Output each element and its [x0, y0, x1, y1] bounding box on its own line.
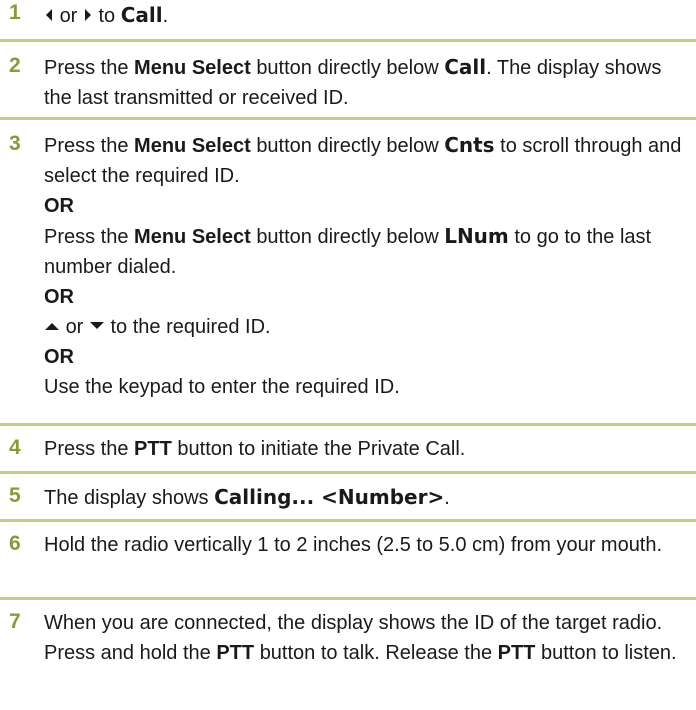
display-text: Call	[444, 55, 487, 79]
step-text: button directly below	[256, 57, 439, 79]
display-text: Calling... <Number>	[214, 485, 445, 509]
button-name: Menu Select	[134, 135, 251, 157]
button-name: PTT	[216, 642, 255, 664]
step-number: 1	[9, 1, 21, 24]
step-number: 7	[9, 610, 21, 633]
display-text: LNum	[444, 224, 509, 248]
down-arrow-icon	[89, 322, 104, 329]
button-name: Menu Select	[134, 57, 251, 79]
up-arrow-icon	[45, 323, 59, 330]
step-body: When you are connected, the display show…	[44, 608, 688, 668]
step-number: 3	[9, 132, 21, 155]
step-3: 3 Press the Menu Select button directly …	[0, 120, 696, 426]
step-text: Use the keypad to enter the required ID.	[44, 376, 400, 398]
display-text: Cnts	[444, 133, 495, 157]
step-5: 5 The display shows Calling... <Number>.	[0, 474, 696, 522]
step-text: Press the	[44, 226, 129, 248]
triangle-left-icon	[46, 9, 52, 21]
triangle-right-icon	[84, 9, 91, 21]
step-body: Press the Menu Select button directly be…	[44, 52, 688, 113]
display-text: Call	[120, 3, 163, 27]
or-label: OR	[44, 346, 74, 368]
step-text: The display shows	[44, 487, 209, 509]
step-number: 4	[9, 436, 21, 459]
step-number: 2	[9, 54, 21, 77]
procedure-steps: 1 or to Call. 2 Press the Menu Select bu…	[0, 0, 696, 710]
or-label: OR	[44, 286, 74, 308]
step-body: Press the PTT button to initiate the Pri…	[44, 434, 688, 464]
step-4: 4 Press the PTT button to initiate the P…	[0, 426, 696, 474]
step-text: button directly below	[256, 135, 439, 157]
step-text: button directly below	[256, 226, 439, 248]
step-text: Press the	[44, 135, 129, 157]
step-text: Press the	[44, 57, 129, 79]
or-text: or	[59, 5, 78, 27]
to-text: to	[98, 5, 116, 27]
step-text: button to initiate the Private Call.	[177, 438, 466, 460]
step-2: 2 Press the Menu Select button directly …	[0, 42, 696, 120]
step-number: 6	[9, 532, 21, 555]
step-text: Press the	[44, 438, 129, 460]
step-text: button to talk. Release the	[259, 642, 493, 664]
button-name: PTT	[497, 642, 536, 664]
step-body: Hold the radio vertically 1 to 2 inches …	[44, 530, 688, 560]
step-text: .	[444, 487, 450, 509]
step-number: 5	[9, 484, 21, 507]
step-text: to the required ID.	[110, 316, 271, 338]
step-7: 7 When you are connected, the display sh…	[0, 600, 696, 710]
step-text: button to listen.	[540, 642, 677, 664]
button-name: PTT	[134, 438, 172, 460]
step-1: 1 or to Call.	[0, 0, 696, 42]
step-text: Hold the radio vertically 1 to 2 inches …	[44, 534, 663, 556]
step-body: or to Call.	[44, 0, 688, 31]
step-body: Press the Menu Select button directly be…	[44, 130, 688, 402]
or-label: OR	[44, 195, 74, 217]
step-body: The display shows Calling... <Number>.	[44, 482, 688, 513]
step-6: 6 Hold the radio vertically 1 to 2 inche…	[0, 522, 696, 600]
period: .	[162, 5, 169, 27]
button-name: Menu Select	[134, 226, 251, 248]
or-text: or	[65, 316, 84, 338]
